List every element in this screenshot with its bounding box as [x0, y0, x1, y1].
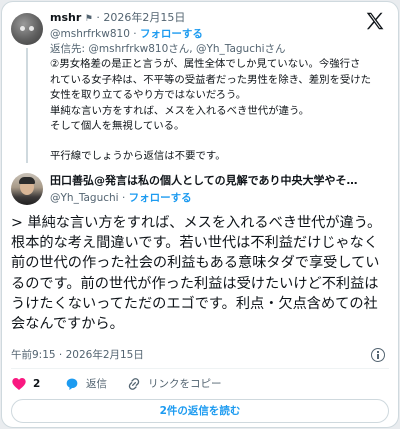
body-line: 女性を取り立てるやり方ではないだろう。 — [50, 89, 247, 102]
main-tweet-handle-row: @Yh_Taguchi · フォローする — [50, 191, 192, 205]
tweet-date[interactable]: · 2026年2月15日 — [96, 11, 185, 24]
follow-button[interactable]: フォローする — [129, 192, 192, 204]
separator-dot: · — [121, 192, 129, 204]
reply-label: 返信 — [86, 378, 107, 390]
main-tweet-body: > 単純な言い方をすれば、メスを入れるべき世代が違う。根本的な考え間違いです。若… — [11, 215, 382, 333]
like-count: 2 — [33, 378, 41, 390]
heart-icon — [12, 378, 26, 390]
reply-to-users[interactable]: @mshrfrkw810さん, @Yh_Taguchiさん — [88, 43, 285, 55]
avatar-eye — [29, 26, 34, 31]
avatar-eye — [20, 26, 25, 31]
separator-dot: · — [133, 28, 140, 40]
tweet-embed-card: mshr ⚑ · 2026年2月15日 @mshrfrkw810 · フォローす… — [1, 1, 399, 428]
like-button[interactable]: 2 — [11, 375, 40, 393]
avatar-hair — [19, 177, 35, 184]
body-line: 単純な言い方をすれば、メスを入れるべき世代が違う。 — [50, 104, 310, 117]
copy-link-label: リンクをコピー — [148, 378, 222, 390]
copy-link-button[interactable]: リンクをコピー — [126, 375, 222, 393]
author-name[interactable]: mshr — [50, 11, 81, 24]
x-logo-icon[interactable] — [364, 10, 386, 32]
body-line: 平行線でしょうから返信は不要です。 — [50, 149, 226, 162]
link-icon — [128, 378, 140, 390]
follow-button[interactable]: フォローする — [140, 28, 203, 40]
divider — [11, 368, 389, 369]
avatar[interactable] — [11, 13, 43, 45]
body-line: ②男女格差の是正と言うが、属性全体でしか見ていない。今強行さ — [50, 58, 361, 70]
info-icon[interactable] — [371, 348, 385, 362]
reply-to-line: 返信先: @mshrfrkw810さん, @Yh_Taguchiさん — [50, 42, 286, 56]
author-flag-icon: ⚑ — [84, 14, 93, 24]
author-handle[interactable]: @mshrfrkw810 — [50, 28, 130, 40]
author-handle[interactable]: @Yh_Taguchi — [50, 192, 119, 204]
body-line: れている女子枠は、不平等の受益者だった男性を除き、差別を受けた — [50, 73, 372, 86]
speech-bubble-icon — [66, 378, 78, 390]
quoted-tweet-handle-row: @mshrfrkw810 · フォローする — [50, 27, 203, 41]
read-replies-button[interactable]: 2件の返信を読む — [11, 399, 389, 423]
thread-connector-line — [26, 48, 28, 163]
quoted-tweet-header: mshr ⚑ · 2026年2月15日 — [50, 11, 358, 26]
reply-button[interactable]: 返信 — [64, 375, 107, 393]
avatar[interactable] — [11, 173, 43, 205]
tweet-timestamp[interactable]: 午前9:15 · 2026年2月15日 — [11, 348, 144, 362]
body-line: そして個人を無視している。 — [50, 120, 185, 133]
reply-to-prefix: 返信先: — [50, 43, 89, 55]
quoted-tweet-body: ②男女格差の是正と言うが、属性全体でしか見ていない。今強行さ れている女子枠は、… — [50, 57, 386, 165]
author-name[interactable]: 田口善弘@発言は私の個人としての見解であり中央大学やそ… — [50, 174, 370, 188]
